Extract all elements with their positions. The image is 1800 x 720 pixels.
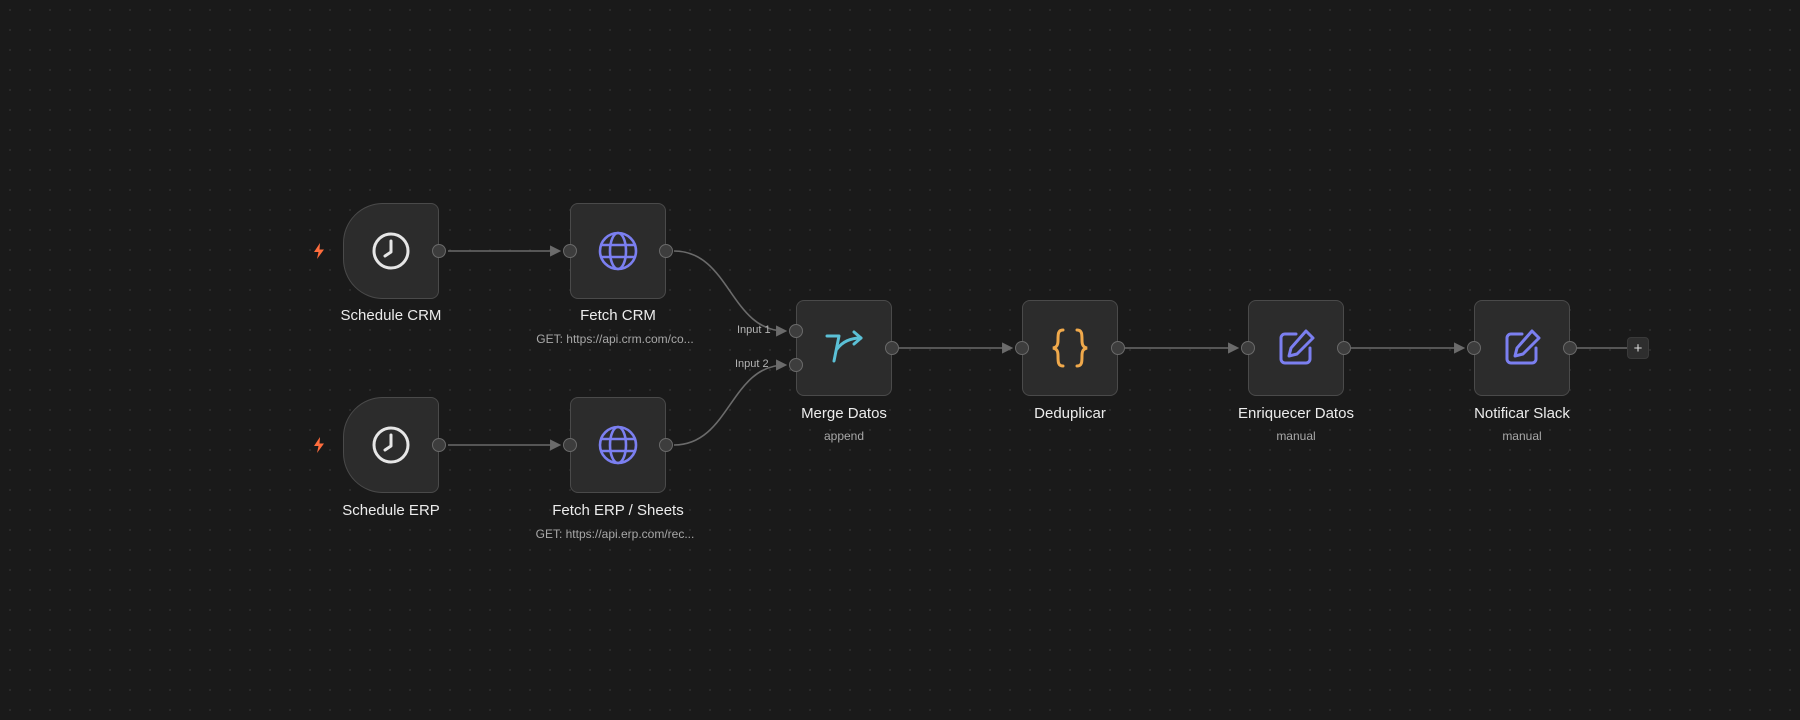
merge-icon [820,324,868,372]
globe-icon [594,227,642,275]
input-1-handle[interactable] [789,324,803,338]
node-label: Schedule ERP [342,502,440,519]
node-sublabel: manual [1502,429,1542,443]
braces-icon [1046,324,1094,372]
clock-icon [367,227,415,275]
edit-icon [1272,324,1320,372]
node-fetch-crm[interactable] [563,203,673,299]
input-handle[interactable] [1241,341,1255,355]
input-handle[interactable] [563,244,577,258]
node-schedule-crm[interactable] [343,203,446,299]
output-handle[interactable] [1111,341,1125,355]
output-handle[interactable] [1337,341,1351,355]
node-label: Fetch CRM [580,307,656,324]
output-handle[interactable] [659,244,673,258]
node-schedule-erp[interactable] [343,397,446,493]
input-2-label: Input 2 [735,358,769,370]
node-merge-datos[interactable] [789,300,899,396]
node-sublabel: append [823,429,865,443]
node-deduplicar[interactable] [1015,300,1125,396]
add-node-button[interactable]: + [1627,337,1649,359]
output-handle[interactable] [432,244,446,258]
input-2-handle[interactable] [789,358,803,372]
input-1-label: Input 1 [737,324,771,336]
node-label: Fetch ERP / Sheets [552,502,684,519]
node-notificar-slack[interactable] [1467,300,1577,396]
node-sublabel: manual [1276,429,1316,443]
node-label: Schedule CRM [340,307,442,324]
trigger-bolt-icon [314,243,324,259]
node-sublabel: GET: https://api.erp.com/rec... [535,527,695,541]
output-handle[interactable] [885,341,899,355]
node-label: Enriquecer Datos [1238,405,1354,422]
input-handle[interactable] [563,438,577,452]
input-handle[interactable] [1015,341,1029,355]
node-enriquecer-datos[interactable] [1241,300,1351,396]
output-handle[interactable] [659,438,673,452]
trigger-bolt-icon [314,437,324,453]
node-label: Deduplicar [1034,405,1106,422]
node-fetch-erp[interactable] [563,397,673,493]
workflow-canvas[interactable]: Schedule CRM Schedule ERP Fetch CRM GET:… [0,0,1800,720]
output-handle[interactable] [1563,341,1577,355]
node-label: Notificar Slack [1474,405,1570,422]
input-handle[interactable] [1467,341,1481,355]
edit-icon [1498,324,1546,372]
clock-icon [367,421,415,469]
node-label: Merge Datos [801,405,887,422]
output-handle[interactable] [432,438,446,452]
globe-icon [594,421,642,469]
node-sublabel: GET: https://api.crm.com/co... [536,332,694,346]
